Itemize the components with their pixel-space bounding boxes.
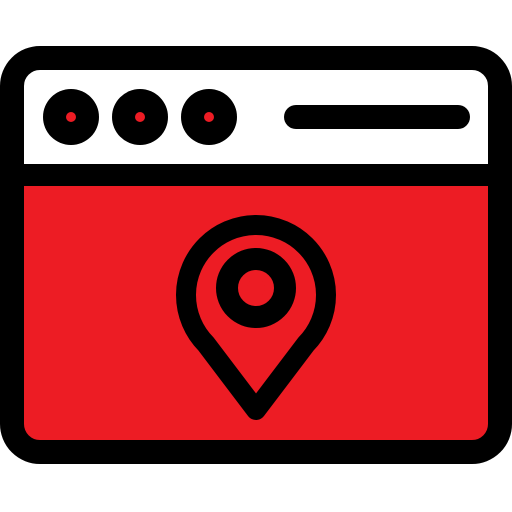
map-pin-center: [247, 279, 265, 297]
window-dots: [43, 89, 237, 145]
address-bar: [284, 105, 470, 129]
window-dot-3-center: [204, 112, 214, 122]
window-dot-1-center: [66, 112, 76, 122]
browser-window-location-icon: [0, 0, 512, 512]
browser-icon-svg: [0, 46, 512, 464]
window-dot-2-center: [135, 112, 145, 122]
